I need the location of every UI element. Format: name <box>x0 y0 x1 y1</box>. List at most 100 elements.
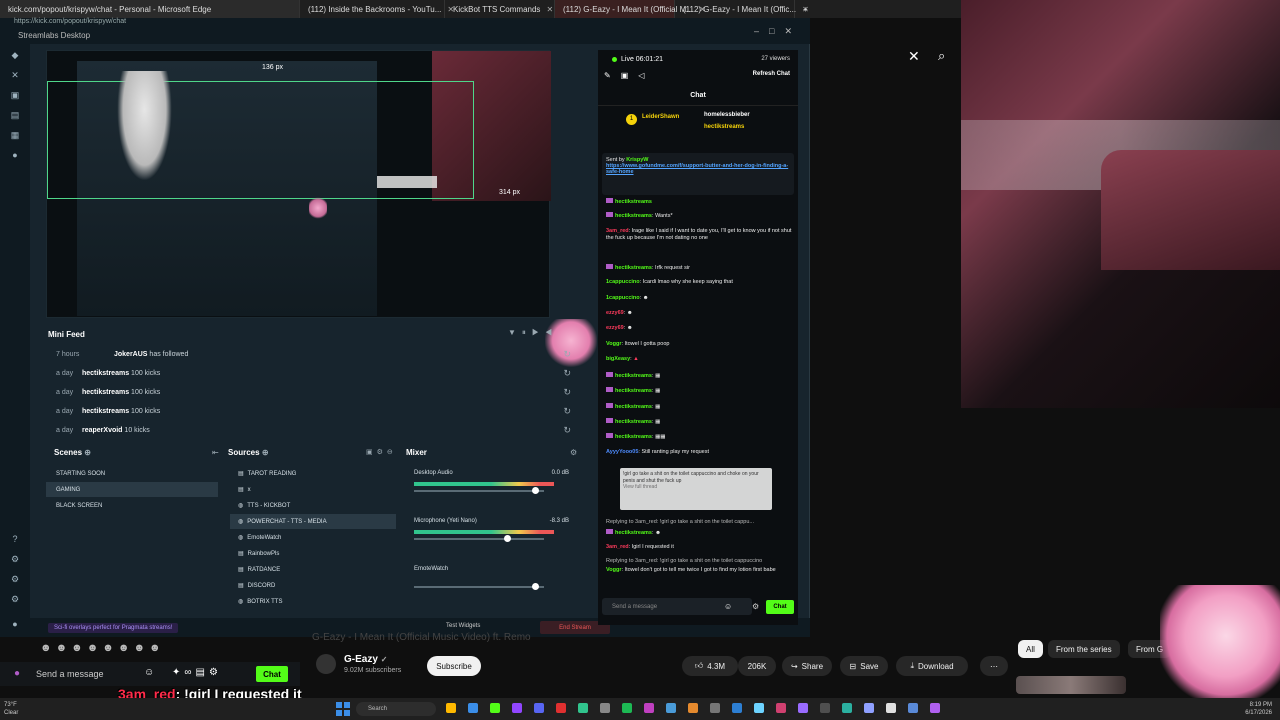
streamlabs-icon[interactable] <box>578 703 588 713</box>
app-icon[interactable] <box>710 703 720 713</box>
volume-slider[interactable] <box>414 538 544 540</box>
app-icon[interactable] <box>688 703 698 713</box>
chat-send-button[interactable]: Chat <box>766 600 794 614</box>
themes-icon[interactable]: ▦ <box>10 130 20 140</box>
chip-from-series[interactable]: From the series <box>1048 640 1120 658</box>
tab-youtube-backrooms[interactable]: (112) Inside the Backrooms - YouTu... ✕ <box>300 0 454 18</box>
source-item[interactable]: ◍ POWERCHAT - TTS - MEDIA <box>230 514 396 529</box>
reply-context[interactable]: Replying to 3am_red: !girl go take a shi… <box>606 558 792 565</box>
gear-icon[interactable]: ⚙ <box>570 448 577 457</box>
stream-preview[interactable]: 136 px 314 px <box>46 50 597 367</box>
discord-icon[interactable] <box>534 703 544 713</box>
app-icon[interactable] <box>798 703 808 713</box>
emoji-icon[interactable]: ☺ <box>724 602 732 611</box>
promo-tip[interactable]: Sci-fi overlays perfect for Pragmata str… <box>48 622 179 633</box>
source-item[interactable]: ◍ TTS - KICKBOT <box>230 498 396 513</box>
gear-icon[interactable]: ⚙ <box>10 574 20 584</box>
chat-tool-icons[interactable]: ✦∞▤⚙ <box>172 667 222 678</box>
help-icon[interactable]: ? <box>10 534 20 544</box>
studio-icon[interactable]: ◆ <box>10 50 20 60</box>
refresh-chat-button[interactable]: Refresh Chat <box>753 71 790 77</box>
tools-icon[interactable]: ✕ <box>10 70 20 80</box>
youtube-icon[interactable] <box>556 703 566 713</box>
volume-knob[interactable] <box>504 535 511 542</box>
app-icon[interactable] <box>600 703 610 713</box>
reply-context[interactable]: Replying to 3am_red: !girl go take a shi… <box>606 519 792 526</box>
layout-icon[interactable]: ▤ <box>10 110 20 120</box>
user-icon[interactable]: ● <box>10 619 20 629</box>
pinned-link[interactable]: https://www.gofundme.com/f/support-butte… <box>606 163 788 175</box>
gear-icon[interactable]: ⚙ <box>10 554 20 564</box>
weather-widget[interactable]: 73°F Clear <box>4 701 18 717</box>
edge-icon[interactable] <box>468 703 478 713</box>
source-item[interactable]: ▤ x <box>230 482 396 497</box>
app-icon[interactable] <box>864 703 874 713</box>
source-item[interactable]: ◍ EmoteWatch <box>230 530 396 545</box>
scene-collection-icon[interactable]: ⇤ <box>212 448 219 457</box>
app-icon[interactable] <box>732 703 742 713</box>
app-icon[interactable] <box>930 703 940 713</box>
kick-send-button[interactable]: Chat <box>256 666 288 682</box>
add-icon[interactable]: ⊕ <box>84 448 91 457</box>
source-item[interactable]: ▤ RATDANCE <box>230 562 396 577</box>
emoji-icon[interactable]: ☺ <box>144 667 154 678</box>
source-tools[interactable]: ▣⚙⊖ <box>366 448 397 456</box>
source-item[interactable]: ▤ DISCORD <box>230 578 396 593</box>
source-item[interactable]: ▤ TAROT READING <box>230 466 396 481</box>
scene-item[interactable]: STARTING SOON <box>46 466 218 481</box>
feed-controls[interactable]: ▼⏸▶◀ <box>508 328 558 338</box>
app-icon[interactable] <box>908 703 918 713</box>
app-icon[interactable] <box>666 703 676 713</box>
tab-geazy-2[interactable]: (112) G-Eazy - I Mean It (Offic... ✕ <box>675 0 809 18</box>
subscribe-button[interactable]: Subscribe <box>427 656 481 676</box>
download-button[interactable]: ⤓ Download <box>896 656 968 676</box>
gear-icon[interactable]: ⚙ <box>10 594 20 604</box>
replay-icon[interactable]: ↻ <box>563 387 571 398</box>
volume-slider[interactable] <box>414 586 544 588</box>
file-explorer-icon[interactable] <box>446 703 456 713</box>
source-item[interactable]: ◍ BOTRIX TTS <box>230 594 396 609</box>
like-button[interactable]: 👍︎ 4.3M <box>682 656 738 676</box>
selection-box[interactable] <box>47 81 474 199</box>
gear-icon[interactable]: ⚙ <box>752 602 759 611</box>
tab-kick-popout[interactable]: kick.com/popout/krispyw/chat - Personal … <box>0 0 300 18</box>
volume-knob[interactable] <box>532 487 539 494</box>
youtube-video[interactable] <box>961 0 1280 408</box>
taskbar-clock[interactable]: 8:19 PM 6/17/2026 <box>1245 701 1272 717</box>
add-icon[interactable]: ⊕ <box>262 448 269 457</box>
save-button[interactable]: ⊟ Save <box>840 656 888 676</box>
app-icon[interactable] <box>754 703 764 713</box>
new-tab-button[interactable]: + <box>795 0 816 18</box>
app-icon[interactable] <box>842 703 852 713</box>
tab-kickbot[interactable]: KickBot TTS Commands ✕ <box>445 0 555 18</box>
twitch-icon[interactable] <box>512 703 522 713</box>
view-thread-link[interactable]: View full thread <box>623 484 769 491</box>
window-controls[interactable]: –□✕ <box>754 26 802 37</box>
app-icon[interactable] <box>886 703 896 713</box>
recommended-thumbnail[interactable] <box>1016 676 1126 694</box>
replay-icon[interactable]: ↻ <box>563 406 571 417</box>
search-icon[interactable]: ⌕ <box>938 48 945 64</box>
replay-icon[interactable]: ↻ <box>563 425 571 436</box>
close-icon[interactable]: ✕ <box>546 5 553 14</box>
tab-geazy-1[interactable]: (112) G-Eazy - I Mean It (Official M... ✕ <box>555 0 706 18</box>
taskbar-search[interactable]: Search <box>356 702 436 716</box>
scene-item[interactable]: GAMING <box>46 482 218 497</box>
app-icon[interactable] <box>820 703 830 713</box>
kick-chat-input[interactable]: Send a message <box>14 666 160 682</box>
chat-tools[interactable]: ✎▣◁ <box>604 71 654 80</box>
chip-all[interactable]: All <box>1018 640 1043 658</box>
avatar[interactable] <box>316 654 336 674</box>
kick-icon[interactable] <box>490 703 500 713</box>
test-widgets-button[interactable]: Test Widgets <box>446 623 480 629</box>
app-icon[interactable] <box>776 703 786 713</box>
scene-item[interactable]: BLACK SCREEN <box>46 498 218 513</box>
start-button[interactable] <box>336 702 350 716</box>
close-icon[interactable]: ✕ <box>908 48 920 65</box>
dislike-button[interactable]: 206K <box>738 656 776 676</box>
app-icon[interactable] <box>644 703 654 713</box>
share-button[interactable]: ↪ Share <box>782 656 832 676</box>
source-item[interactable]: ▤ RainbowPls <box>230 546 396 561</box>
record-icon[interactable]: ● <box>10 150 20 160</box>
spotify-icon[interactable] <box>622 703 632 713</box>
